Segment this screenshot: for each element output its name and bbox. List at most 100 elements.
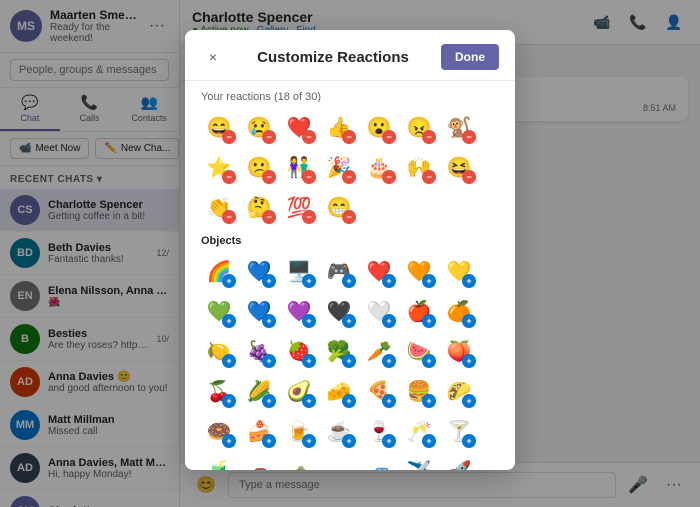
- reaction-item[interactable]: 🐒−: [441, 109, 477, 145]
- object-emoji-item[interactable]: 🚗+: [241, 453, 277, 470]
- add-badge: +: [342, 314, 356, 328]
- reaction-item[interactable]: 😁−: [321, 189, 357, 225]
- remove-badge: −: [302, 130, 316, 144]
- add-badge: +: [262, 354, 276, 368]
- object-emoji-item[interactable]: 🚙+: [361, 453, 397, 470]
- add-badge: +: [262, 434, 276, 448]
- object-emoji-item[interactable]: ❤️+: [361, 253, 397, 289]
- remove-badge: −: [262, 170, 276, 184]
- objects-section-label: Objects: [201, 225, 499, 253]
- reaction-item[interactable]: 👏−: [201, 189, 237, 225]
- object-emoji-item[interactable]: 🥑+: [281, 373, 317, 409]
- object-emoji-item[interactable]: 🍩+: [201, 413, 237, 449]
- customize-reactions-modal: × Customize Reactions Done Your reaction…: [185, 30, 515, 470]
- modal-close-button[interactable]: ×: [201, 45, 225, 69]
- modal-body: Your reactions (18 of 30) 😄−😢−❤️−👍−😮−😠−🐒…: [185, 81, 515, 470]
- reaction-item[interactable]: 🎉−: [321, 149, 357, 185]
- object-emoji-item[interactable]: 🎮+: [321, 253, 357, 289]
- add-badge: +: [382, 314, 396, 328]
- object-emoji-item[interactable]: 💙+: [241, 293, 277, 329]
- remove-badge: −: [342, 130, 356, 144]
- object-emoji-item[interactable]: 🖤+: [321, 293, 357, 329]
- add-badge: +: [422, 434, 436, 448]
- object-emoji-item[interactable]: 🍒+: [201, 373, 237, 409]
- object-emoji-item[interactable]: 🧃+: [201, 453, 237, 470]
- remove-badge: −: [222, 130, 236, 144]
- add-badge: +: [382, 434, 396, 448]
- object-emoji-item[interactable]: 🌽+: [241, 373, 277, 409]
- remove-badge: −: [462, 130, 476, 144]
- object-emoji-item[interactable]: 🖥️+: [281, 253, 317, 289]
- add-badge: +: [382, 394, 396, 408]
- object-emoji-item[interactable]: 🧡+: [401, 253, 437, 289]
- modal-overlay: × Customize Reactions Done Your reaction…: [0, 0, 700, 507]
- add-badge: +: [462, 434, 476, 448]
- object-emoji-item[interactable]: 💚+: [201, 293, 237, 329]
- reaction-item[interactable]: 😄−: [201, 109, 237, 145]
- add-badge: +: [382, 354, 396, 368]
- add-badge: +: [382, 274, 396, 288]
- done-button[interactable]: Done: [441, 44, 499, 70]
- reaction-item[interactable]: 😢−: [241, 109, 277, 145]
- object-emoji-item[interactable]: 🍰+: [241, 413, 277, 449]
- object-emoji-item[interactable]: 💜+: [281, 293, 317, 329]
- reaction-item[interactable]: 😆−: [441, 149, 477, 185]
- object-emoji-item[interactable]: 🍺+: [281, 413, 317, 449]
- object-emoji-item[interactable]: 🏎️+: [321, 453, 357, 470]
- object-emoji-item[interactable]: ☕+: [321, 413, 357, 449]
- reaction-item[interactable]: 😕−: [241, 149, 277, 185]
- object-emoji-item[interactable]: ✈️+: [401, 453, 437, 470]
- reaction-item[interactable]: 😮−: [361, 109, 397, 145]
- object-emoji-item[interactable]: 💛+: [441, 253, 477, 289]
- object-emoji-item[interactable]: 🚀+: [441, 453, 477, 470]
- reaction-item[interactable]: 💯−: [281, 189, 317, 225]
- object-emoji-item[interactable]: 🥂+: [401, 413, 437, 449]
- add-badge: +: [422, 394, 436, 408]
- reaction-item[interactable]: 🙌−: [401, 149, 437, 185]
- object-emoji-item[interactable]: 🍸+: [441, 413, 477, 449]
- add-badge: +: [422, 354, 436, 368]
- object-emoji-item[interactable]: 🍓+: [281, 333, 317, 369]
- object-emoji-item[interactable]: 🍊+: [441, 293, 477, 329]
- add-badge: +: [222, 274, 236, 288]
- your-reactions-label: Your reactions (18 of 30): [201, 81, 499, 109]
- object-emoji-item[interactable]: 🍎+: [401, 293, 437, 329]
- remove-badge: −: [382, 130, 396, 144]
- object-emoji-item[interactable]: 🥕+: [361, 333, 397, 369]
- add-badge: +: [422, 274, 436, 288]
- object-emoji-item[interactable]: 🍋+: [201, 333, 237, 369]
- reaction-item[interactable]: 👍−: [321, 109, 357, 145]
- remove-badge: −: [462, 170, 476, 184]
- add-badge: +: [302, 354, 316, 368]
- remove-badge: −: [262, 210, 276, 224]
- reaction-item[interactable]: 😠−: [401, 109, 437, 145]
- add-badge: +: [222, 314, 236, 328]
- object-emoji-item[interactable]: 🍑+: [441, 333, 477, 369]
- add-badge: +: [342, 354, 356, 368]
- remove-badge: −: [382, 170, 396, 184]
- object-emoji-item[interactable]: 🍕+: [361, 373, 397, 409]
- remove-badge: −: [422, 130, 436, 144]
- reaction-item[interactable]: 👫−: [281, 149, 317, 185]
- reaction-item[interactable]: ❤️−: [281, 109, 317, 145]
- object-emoji-item[interactable]: 🍷+: [361, 413, 397, 449]
- object-emoji-item[interactable]: 💙+: [241, 253, 277, 289]
- add-badge: +: [422, 314, 436, 328]
- remove-badge: −: [302, 170, 316, 184]
- object-emoji-item[interactable]: 🍉+: [401, 333, 437, 369]
- reaction-item[interactable]: 🎂−: [361, 149, 397, 185]
- object-emoji-item[interactable]: 🌈+: [201, 253, 237, 289]
- object-emoji-item[interactable]: 🌮+: [441, 373, 477, 409]
- reaction-item[interactable]: 🤔−: [241, 189, 277, 225]
- add-badge: +: [222, 394, 236, 408]
- object-emoji-item[interactable]: 🚕+: [281, 453, 317, 470]
- object-emoji-item[interactable]: 🧀+: [321, 373, 357, 409]
- object-emoji-item[interactable]: 🥦+: [321, 333, 357, 369]
- object-emoji-item[interactable]: 🍇+: [241, 333, 277, 369]
- app-container: MS Maarten Smenk Ready for the weekend! …: [0, 0, 700, 507]
- add-badge: +: [262, 314, 276, 328]
- object-emoji-item[interactable]: 🤍+: [361, 293, 397, 329]
- reaction-item[interactable]: ⭐−: [201, 149, 237, 185]
- add-badge: +: [302, 274, 316, 288]
- object-emoji-item[interactable]: 🍔+: [401, 373, 437, 409]
